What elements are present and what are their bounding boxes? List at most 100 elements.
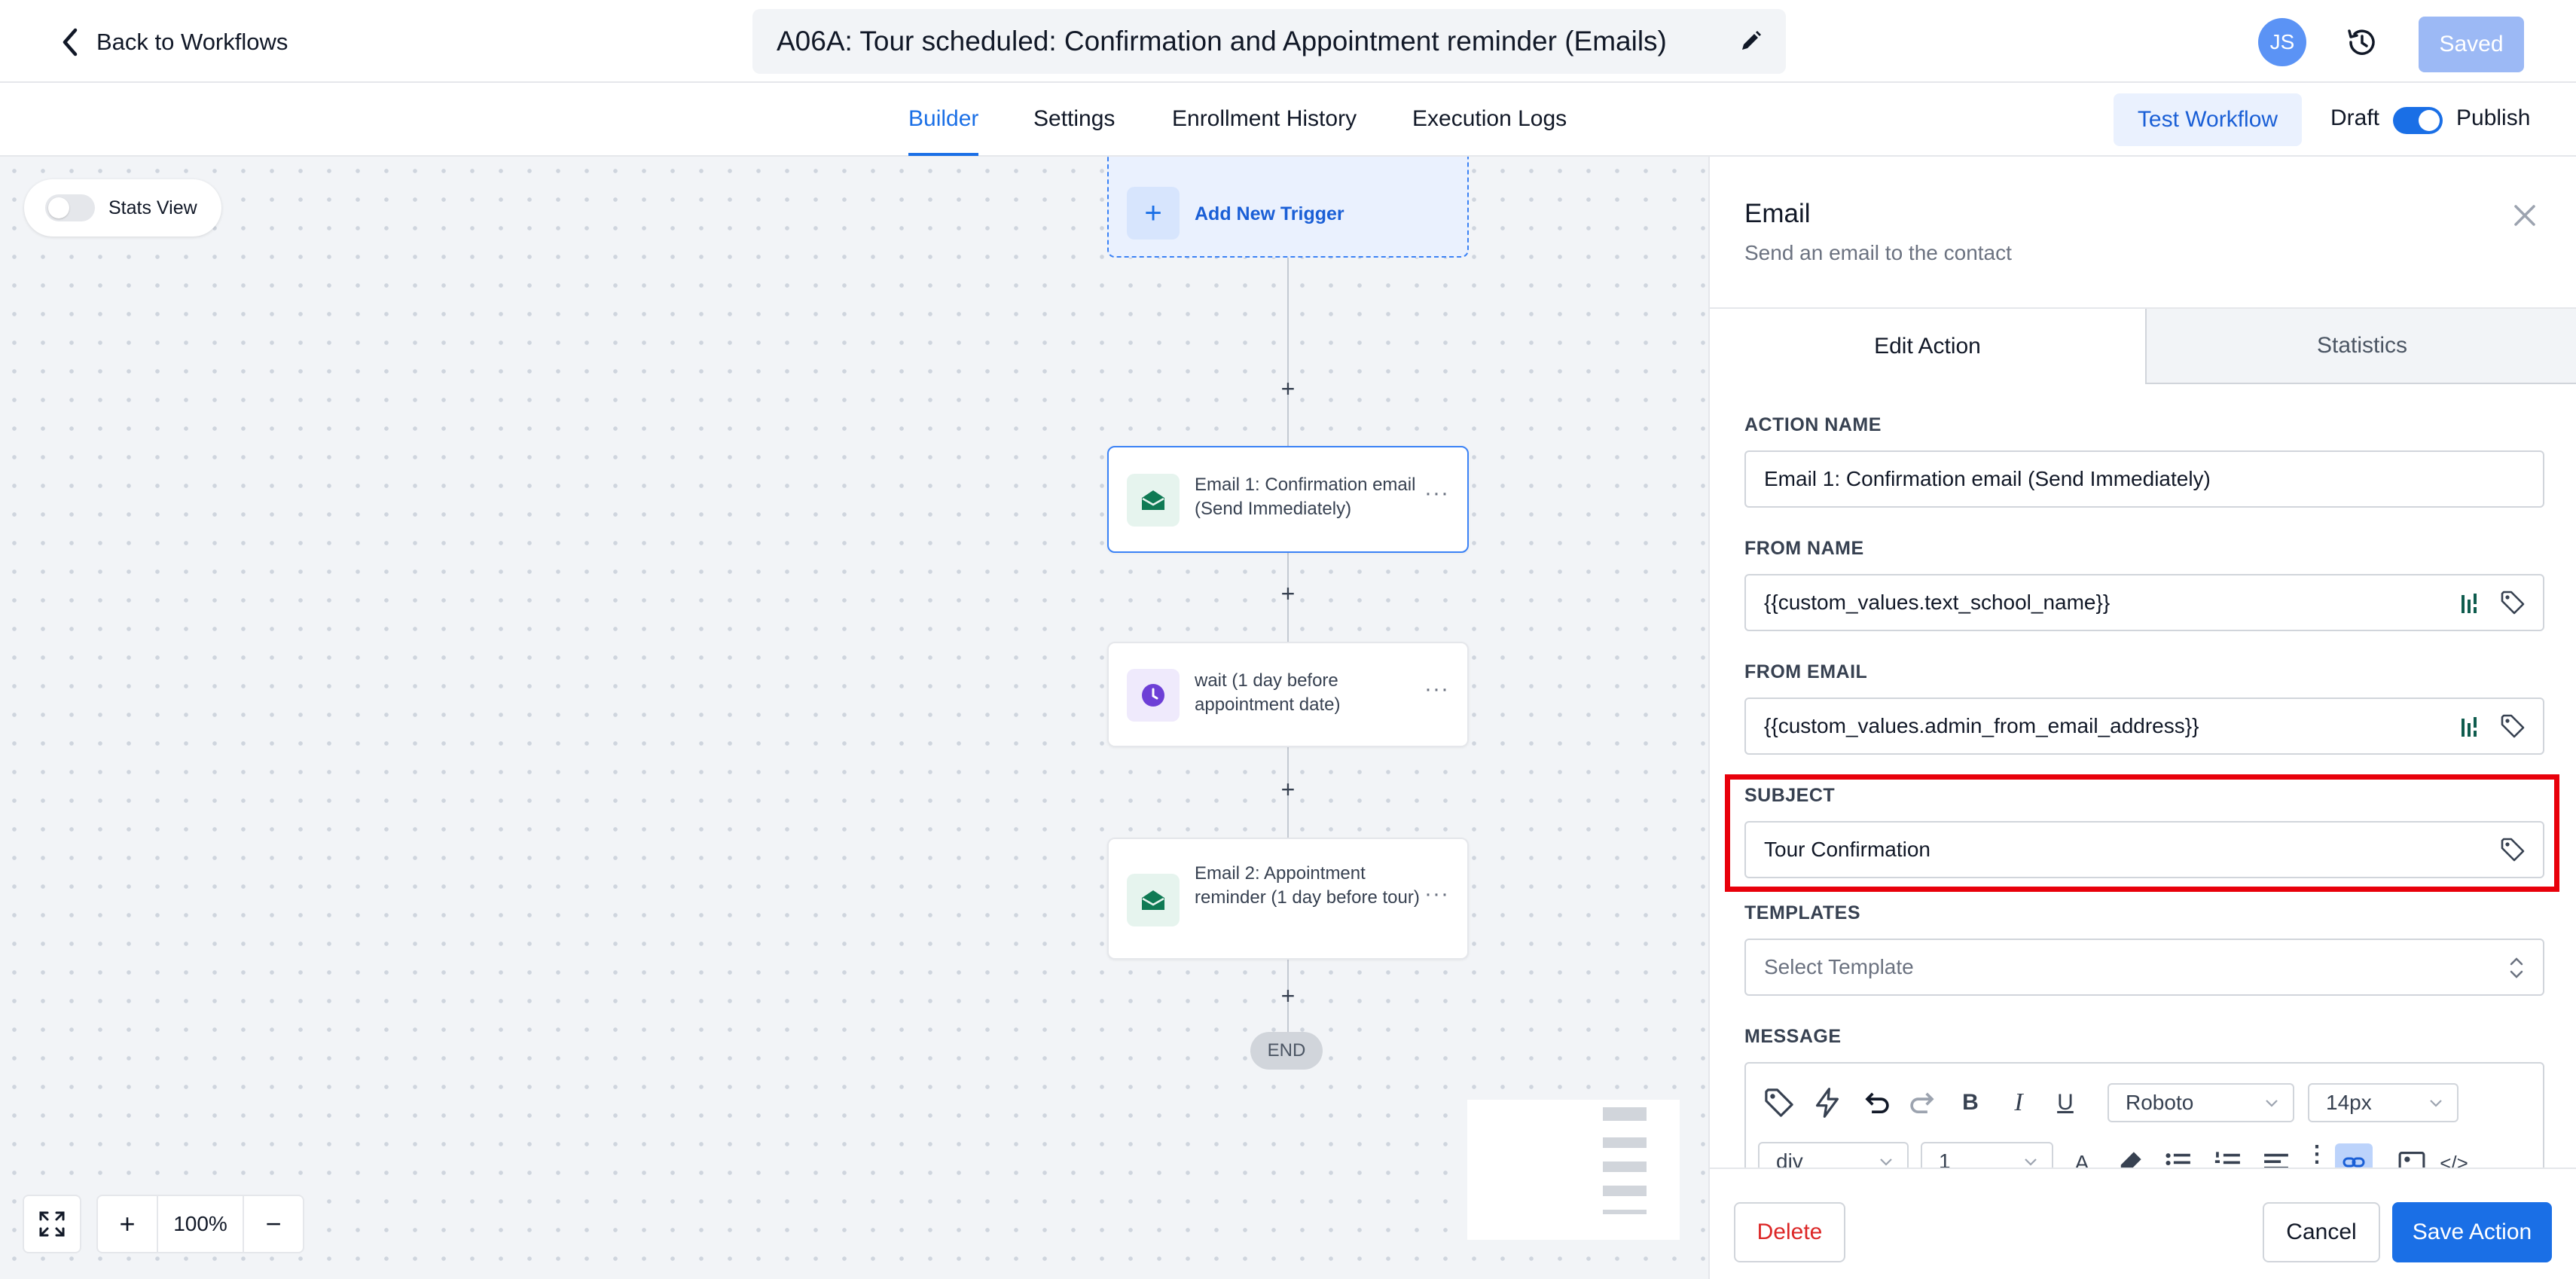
subject-input[interactable]: Tour Confirmation — [1744, 821, 2544, 878]
chevron-updown-icon — [2510, 957, 2523, 978]
chevron-left-icon — [63, 28, 78, 56]
minimap-node — [1603, 1186, 1647, 1196]
zoom-in-button[interactable]: + — [98, 1196, 157, 1252]
panel-footer: Delete Cancel Save Action — [1710, 1168, 2576, 1279]
cancel-button[interactable]: Cancel — [2263, 1202, 2380, 1262]
minimap-node — [1603, 1210, 1647, 1214]
history-icon[interactable] — [2345, 25, 2379, 60]
node-label: wait (1 day before appointment date) — [1195, 670, 1341, 715]
zoom-group: + 100% − — [96, 1195, 304, 1253]
panel-title: Email — [1744, 199, 1811, 228]
tag-icon[interactable] — [2499, 836, 2526, 863]
font-size-value: 14px — [2326, 1091, 2372, 1114]
save-action-button[interactable]: Save Action — [2392, 1202, 2552, 1262]
workflow-node-email-1[interactable]: Email 1: Confirmation email (Send Immedi… — [1107, 446, 1469, 553]
from-name-label: FROM NAME — [1744, 538, 1864, 559]
panel-tabs: Edit Action Statistics — [1710, 307, 2576, 384]
tag-icon[interactable] — [2499, 713, 2526, 740]
template-select[interactable]: Select Template — [1744, 939, 2544, 996]
minimap-node — [1603, 1137, 1647, 1148]
email-icon — [1127, 474, 1180, 527]
add-step-plus[interactable]: + — [1276, 777, 1300, 801]
subject-label: SUBJECT — [1744, 785, 1836, 806]
workflow-node-email-2[interactable]: Email 2: Appointment reminder (1 day bef… — [1107, 838, 1469, 960]
expand-icon — [39, 1211, 65, 1237]
tab-execution-logs[interactable]: Execution Logs — [1412, 83, 1567, 155]
custom-values-icon[interactable] — [2460, 716, 2480, 740]
back-label: Back to Workflows — [96, 29, 288, 55]
top-header: Back to Workflows A06A: Tour scheduled: … — [0, 0, 2576, 83]
action-name-label: ACTION NAME — [1744, 414, 1882, 435]
publish-toggle[interactable] — [2393, 107, 2443, 134]
workflow-canvas[interactable]: Stats View + + + + + Add New Trigger Ema… — [0, 157, 1708, 1279]
tag-icon[interactable] — [1763, 1086, 1796, 1119]
stats-view-label: Stats View — [108, 197, 197, 218]
node-label: Email 2: Appointment reminder (1 day bef… — [1195, 863, 1420, 908]
minimap-node — [1603, 1107, 1647, 1121]
add-new-trigger[interactable]: + Add New Trigger — [1107, 157, 1469, 258]
redo-icon[interactable] — [1907, 1086, 1940, 1119]
add-new-trigger-label: Add New Trigger — [1195, 203, 1344, 224]
saved-button[interactable]: Saved — [2419, 17, 2524, 72]
add-step-plus[interactable]: + — [1276, 984, 1300, 1008]
fit-view-button[interactable] — [23, 1195, 81, 1253]
undo-icon[interactable] — [1859, 1086, 1892, 1119]
tab-settings[interactable]: Settings — [1033, 83, 1115, 155]
zoom-controls: + 100% − — [23, 1195, 304, 1256]
message-label: MESSAGE — [1744, 1026, 1842, 1047]
lightning-icon[interactable] — [1811, 1086, 1844, 1119]
test-workflow-button[interactable]: Test Workflow — [2114, 93, 2302, 146]
pencil-icon[interactable] — [1738, 29, 1763, 54]
tab-enrollment-history[interactable]: Enrollment History — [1172, 83, 1357, 155]
close-icon[interactable] — [2508, 199, 2541, 232]
bold-icon[interactable]: B — [1954, 1086, 1987, 1119]
action-name-input[interactable]: Email 1: Confirmation email (Send Immedi… — [1744, 450, 2544, 508]
from-email-value: {{custom_values.admin_from_email_address… — [1764, 714, 2199, 737]
action-name-value: Email 1: Confirmation email (Send Immedi… — [1764, 467, 2211, 490]
underline-icon[interactable]: U — [2049, 1086, 2082, 1119]
email-action-panel: Email Send an email to the contact Edit … — [1708, 157, 2576, 1279]
chevron-down-icon — [2266, 1100, 2278, 1107]
publish-label: Publish — [2456, 105, 2531, 130]
font-family-select[interactable]: Roboto — [2107, 1083, 2294, 1122]
workflow-subnav: Builder Settings Enrollment History Exec… — [0, 83, 2576, 157]
add-step-plus[interactable]: + — [1276, 377, 1300, 401]
from-name-input[interactable]: {{custom_values.text_school_name}} — [1744, 574, 2544, 631]
tab-builder[interactable]: Builder — [908, 83, 979, 156]
font-size-select[interactable]: 14px — [2308, 1083, 2458, 1122]
from-email-input[interactable]: {{custom_values.admin_from_email_address… — [1744, 697, 2544, 755]
more-vertical-icon[interactable]: ⋮ — [2300, 1137, 2333, 1171]
avatar[interactable]: JS — [2258, 18, 2306, 66]
zoom-out-button[interactable]: − — [244, 1196, 303, 1252]
custom-values-icon[interactable] — [2460, 592, 2480, 616]
tab-edit-action[interactable]: Edit Action — [1710, 309, 2145, 384]
templates-label: TEMPLATES — [1744, 902, 1861, 923]
font-family-value: Roboto — [2126, 1091, 2194, 1114]
workflow-node-wait[interactable]: wait (1 day before appointment date) ··· — [1107, 642, 1469, 747]
add-step-plus[interactable]: + — [1276, 582, 1300, 606]
from-email-label: FROM EMAIL — [1744, 661, 1868, 682]
clock-icon — [1127, 669, 1180, 722]
from-name-value: {{custom_values.text_school_name}} — [1764, 591, 2111, 614]
minimap[interactable] — [1467, 1100, 1680, 1240]
back-to-workflows-link[interactable]: Back to Workflows — [59, 24, 288, 60]
stats-view-toggle-group: Stats View — [24, 179, 221, 237]
stats-view-toggle[interactable] — [45, 194, 95, 221]
template-select-placeholder: Select Template — [1764, 955, 1914, 978]
end-node: END — [1250, 1032, 1323, 1070]
tab-statistics[interactable]: Statistics — [2145, 309, 2576, 384]
delete-button[interactable]: Delete — [1734, 1202, 1845, 1262]
chevron-down-icon — [2430, 1100, 2442, 1107]
node-label: Email 1: Confirmation email (Send Immedi… — [1195, 475, 1416, 519]
workflow-title: A06A: Tour scheduled: Confirmation and A… — [777, 26, 1667, 56]
subject-value: Tour Confirmation — [1764, 838, 1930, 861]
more-options-icon[interactable]: ··· — [1424, 676, 1449, 702]
italic-icon[interactable]: I — [2002, 1086, 2035, 1119]
more-options-icon[interactable]: ··· — [1424, 881, 1449, 907]
zoom-level: 100% — [157, 1196, 244, 1252]
plus-icon: + — [1127, 187, 1180, 240]
workflow-title-box[interactable]: A06A: Tour scheduled: Confirmation and A… — [752, 9, 1786, 74]
tag-icon[interactable] — [2499, 589, 2526, 616]
panel-subtitle: Send an email to the contact — [1744, 241, 2012, 264]
more-options-icon[interactable]: ··· — [1424, 481, 1449, 506]
